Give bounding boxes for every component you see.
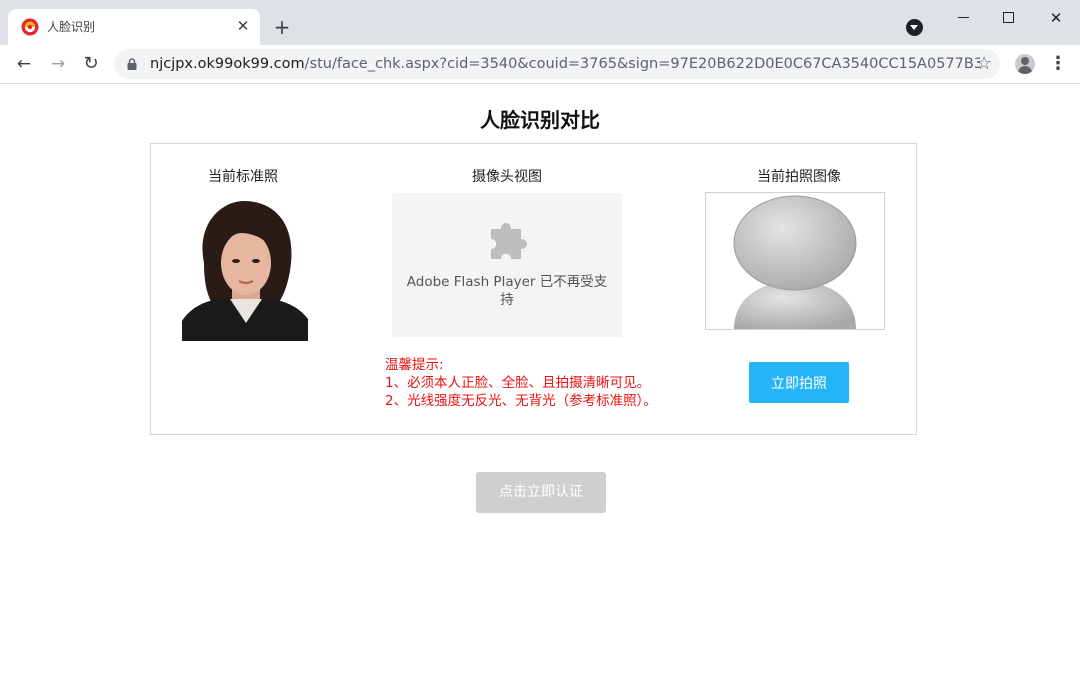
lock-icon[interactable] [127,58,137,70]
snapshot-placeholder-image [705,192,885,330]
url-text[interactable]: njcjpx.ok99ok99.com/stu/face_chk.aspx?ci… [150,55,980,73]
reload-icon[interactable]: ↻ [79,52,103,76]
tips-line-1: 1、必须本人正脸、全脸、且拍摄清晰可见。 [385,375,651,391]
window-close-icon[interactable]: ✕ [1046,8,1066,28]
page-title: 人脸识别对比 [480,108,600,132]
profile-avatar-icon[interactable] [1015,54,1035,74]
browser-toolbar: ← → ↻ njcjpx.ok99ok99.com/stu/face_chk.a… [0,45,1080,84]
site-logo-icon [21,18,39,36]
window-maximize-icon[interactable] [999,8,1019,28]
back-arrow-icon[interactable]: ← [12,52,36,76]
url-path: /stu/face_chk.aspx?cid=3540&couid=3765&s… [304,56,980,72]
new-tab-icon[interactable]: + [272,17,292,37]
browser-title-bar: 人脸识别 ✕ + ✕ [0,0,1080,45]
tab-title: 人脸识别 [47,20,96,34]
flash-unsupported-message: Adobe Flash Player 已不再受支持 [406,274,608,308]
forward-arrow-icon[interactable]: → [46,52,70,76]
standard-photo [182,193,308,341]
window-minimize-icon[interactable] [954,8,974,28]
face-compare-panel: 当前标准照 摄像头视图 当前拍照图像 Adobe Flash Player 已不… [150,143,917,435]
warm-tips: 温馨提示: 1、必须本人正脸、全脸、且拍摄清晰可见。 2、光线强度无反光、无背光… [385,356,657,410]
snapshot-label: 当前拍照图像 [757,169,841,185]
tab-close-icon[interactable]: ✕ [234,17,252,35]
take-photo-button[interactable]: 立即拍照 [749,362,849,403]
verify-now-button[interactable]: 点击立即认证 [476,472,606,513]
tab-search-dropdown-icon[interactable] [906,19,923,36]
camera-view-label: 摄像头视图 [472,169,542,185]
address-bar[interactable]: njcjpx.ok99ok99.com/stu/face_chk.aspx?ci… [114,49,1000,79]
plugin-puzzle-icon [491,223,527,259]
browser-menu-icon[interactable]: ⋮ [1048,53,1068,75]
url-host: njcjpx.ok99ok99.com [150,56,305,72]
standard-photo-label: 当前标准照 [208,169,278,185]
browser-tab[interactable]: 人脸识别 ✕ [8,9,260,45]
tips-line-2: 2、光线强度无反光、无背光（参考标准照）。 [385,393,657,409]
tips-heading: 温馨提示: [385,357,444,373]
camera-view[interactable]: Adobe Flash Player 已不再受支持 [392,193,622,337]
bookmark-star-icon[interactable]: ☆ [976,53,992,75]
